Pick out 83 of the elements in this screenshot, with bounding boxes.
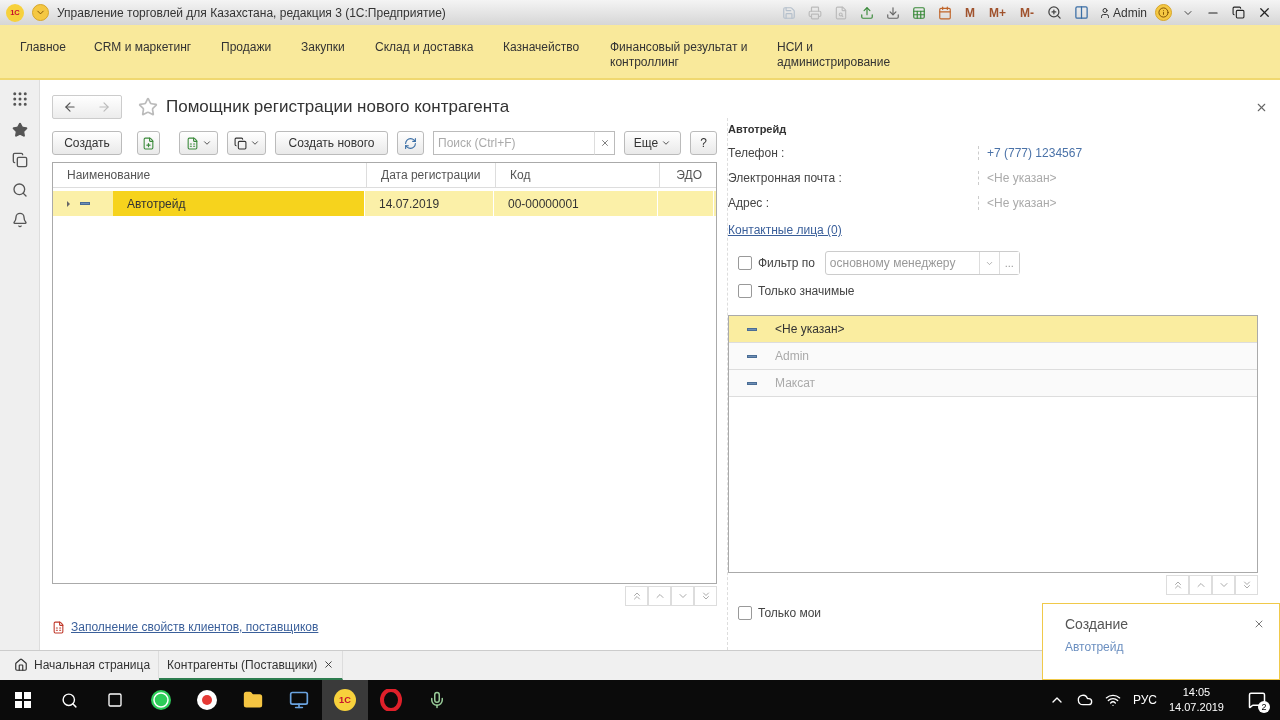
user-button[interactable]: Admin — [1099, 5, 1147, 20]
contacts-link[interactable]: Контактные лица (0) — [728, 223, 842, 237]
info-icon — [1158, 7, 1169, 18]
form-title: Помощник регистрации нового контрагента — [166, 97, 511, 117]
item-icon — [747, 354, 757, 358]
report-icon — [52, 620, 65, 634]
checkbox[interactable] — [738, 606, 752, 620]
home-icon — [14, 657, 28, 672]
checkbox-label: Только значимые — [758, 284, 855, 298]
field-label: Электронная почта : — [728, 170, 843, 185]
counterparty-name: Автотрейд — [728, 122, 788, 137]
app-logo: 1С — [334, 689, 356, 711]
checkbox-label: Только мои — [758, 606, 822, 620]
section-link[interactable]: Финансовый результат и контроллинг — [610, 40, 777, 70]
section-link[interactable]: CRM и маркетинг — [94, 40, 221, 55]
add-file-icon — [142, 136, 155, 150]
language-indicator[interactable]: РУС — [1132, 693, 1157, 707]
notification-title: Создание — [1065, 616, 1130, 632]
caret-icon — [661, 138, 672, 148]
checkbox[interactable] — [738, 256, 752, 270]
windows-icon — [15, 692, 31, 708]
user-icon — [1099, 6, 1111, 19]
search-icon[interactable] — [11, 182, 28, 198]
column-header[interactable]: ЭДО — [660, 163, 716, 187]
table-cell: Автотрейд — [113, 191, 365, 216]
section-link[interactable]: НСИ и администрирование — [777, 40, 897, 70]
search-field[interactable]: Поиск (Ctrl+F) — [433, 131, 595, 155]
expand-icon[interactable] — [67, 200, 70, 207]
section-link[interactable]: Казначейство — [503, 40, 610, 55]
column-header[interactable]: Код — [496, 163, 660, 187]
report-link[interactable]: Заполнение свойств клиентов, поставщиков — [52, 620, 319, 634]
field-value: <Не указан> — [978, 170, 1057, 185]
bell-icon[interactable] — [11, 212, 28, 228]
table-row[interactable]: Автотрейд 14.07.2019 00-00000001 — [53, 191, 716, 216]
app-icon[interactable]: 1С — [322, 680, 368, 720]
clock[interactable]: 14:05 14.07.2019 — [1168, 685, 1224, 715]
copy-icon — [233, 136, 247, 150]
field-value: <Не указан> — [978, 195, 1057, 210]
refresh-icon — [404, 136, 417, 150]
create-new-button[interactable]: Создать нового — [275, 131, 388, 155]
field-label: Телефон : — [728, 145, 786, 160]
more-button[interactable]: Еще — [624, 131, 681, 155]
document-icon — [185, 136, 199, 150]
table-cell: 00-00000001 — [494, 191, 658, 216]
column-header[interactable]: Дата регистрации — [367, 163, 496, 187]
star-icon[interactable] — [11, 122, 28, 138]
field-value[interactable]: +7 (777) 1234567 — [978, 145, 1083, 160]
star-icon[interactable] — [138, 97, 158, 117]
column-header[interactable]: Наименование — [53, 163, 367, 187]
grid-icon[interactable] — [10, 90, 29, 108]
help-button[interactable]: ? — [690, 131, 717, 155]
caret-icon — [201, 138, 212, 148]
close-icon[interactable] — [323, 659, 335, 670]
info-button[interactable] — [1155, 4, 1172, 21]
manager-row[interactable]: <Не указан> — [729, 316, 1257, 343]
clear-button[interactable] — [595, 131, 615, 155]
field-label: Адрес : — [728, 195, 771, 210]
arrow-right-icon — [97, 100, 111, 114]
wifi-icon[interactable] — [1104, 692, 1121, 708]
table-cell: 14.07.2019 — [365, 191, 494, 216]
cloud-icon[interactable] — [1076, 692, 1093, 708]
add-button[interactable] — [137, 131, 160, 155]
section-link[interactable]: Главное — [20, 40, 94, 55]
close-icon — [599, 138, 610, 148]
checkbox-label: Фильтр по — [758, 256, 815, 270]
item-icon — [747, 381, 757, 385]
section-link[interactable]: Склад и доставка — [375, 40, 503, 55]
create-button[interactable]: Создать — [52, 131, 122, 155]
checkbox[interactable] — [738, 284, 752, 298]
memory-button[interactable]: M- — [1017, 5, 1037, 20]
refresh-button[interactable] — [397, 131, 424, 155]
section-link[interactable]: Закупки — [301, 40, 375, 55]
section-link[interactable]: Продажи — [221, 40, 301, 55]
window-title: Управление торговлей для Казахстана, редакция 3 (1С:Предприятие) — [57, 5, 447, 20]
notification-link[interactable]: Автотрейд — [1065, 640, 1124, 654]
memory-button[interactable]: M — [961, 5, 978, 20]
item-icon — [747, 327, 757, 331]
report-button[interactable] — [227, 131, 266, 155]
main-menu-button[interactable] — [32, 4, 49, 21]
memory-button[interactable]: M+ — [985, 5, 1009, 20]
caret-icon — [249, 138, 260, 148]
item-icon — [80, 202, 90, 205]
export-button[interactable] — [179, 131, 218, 155]
